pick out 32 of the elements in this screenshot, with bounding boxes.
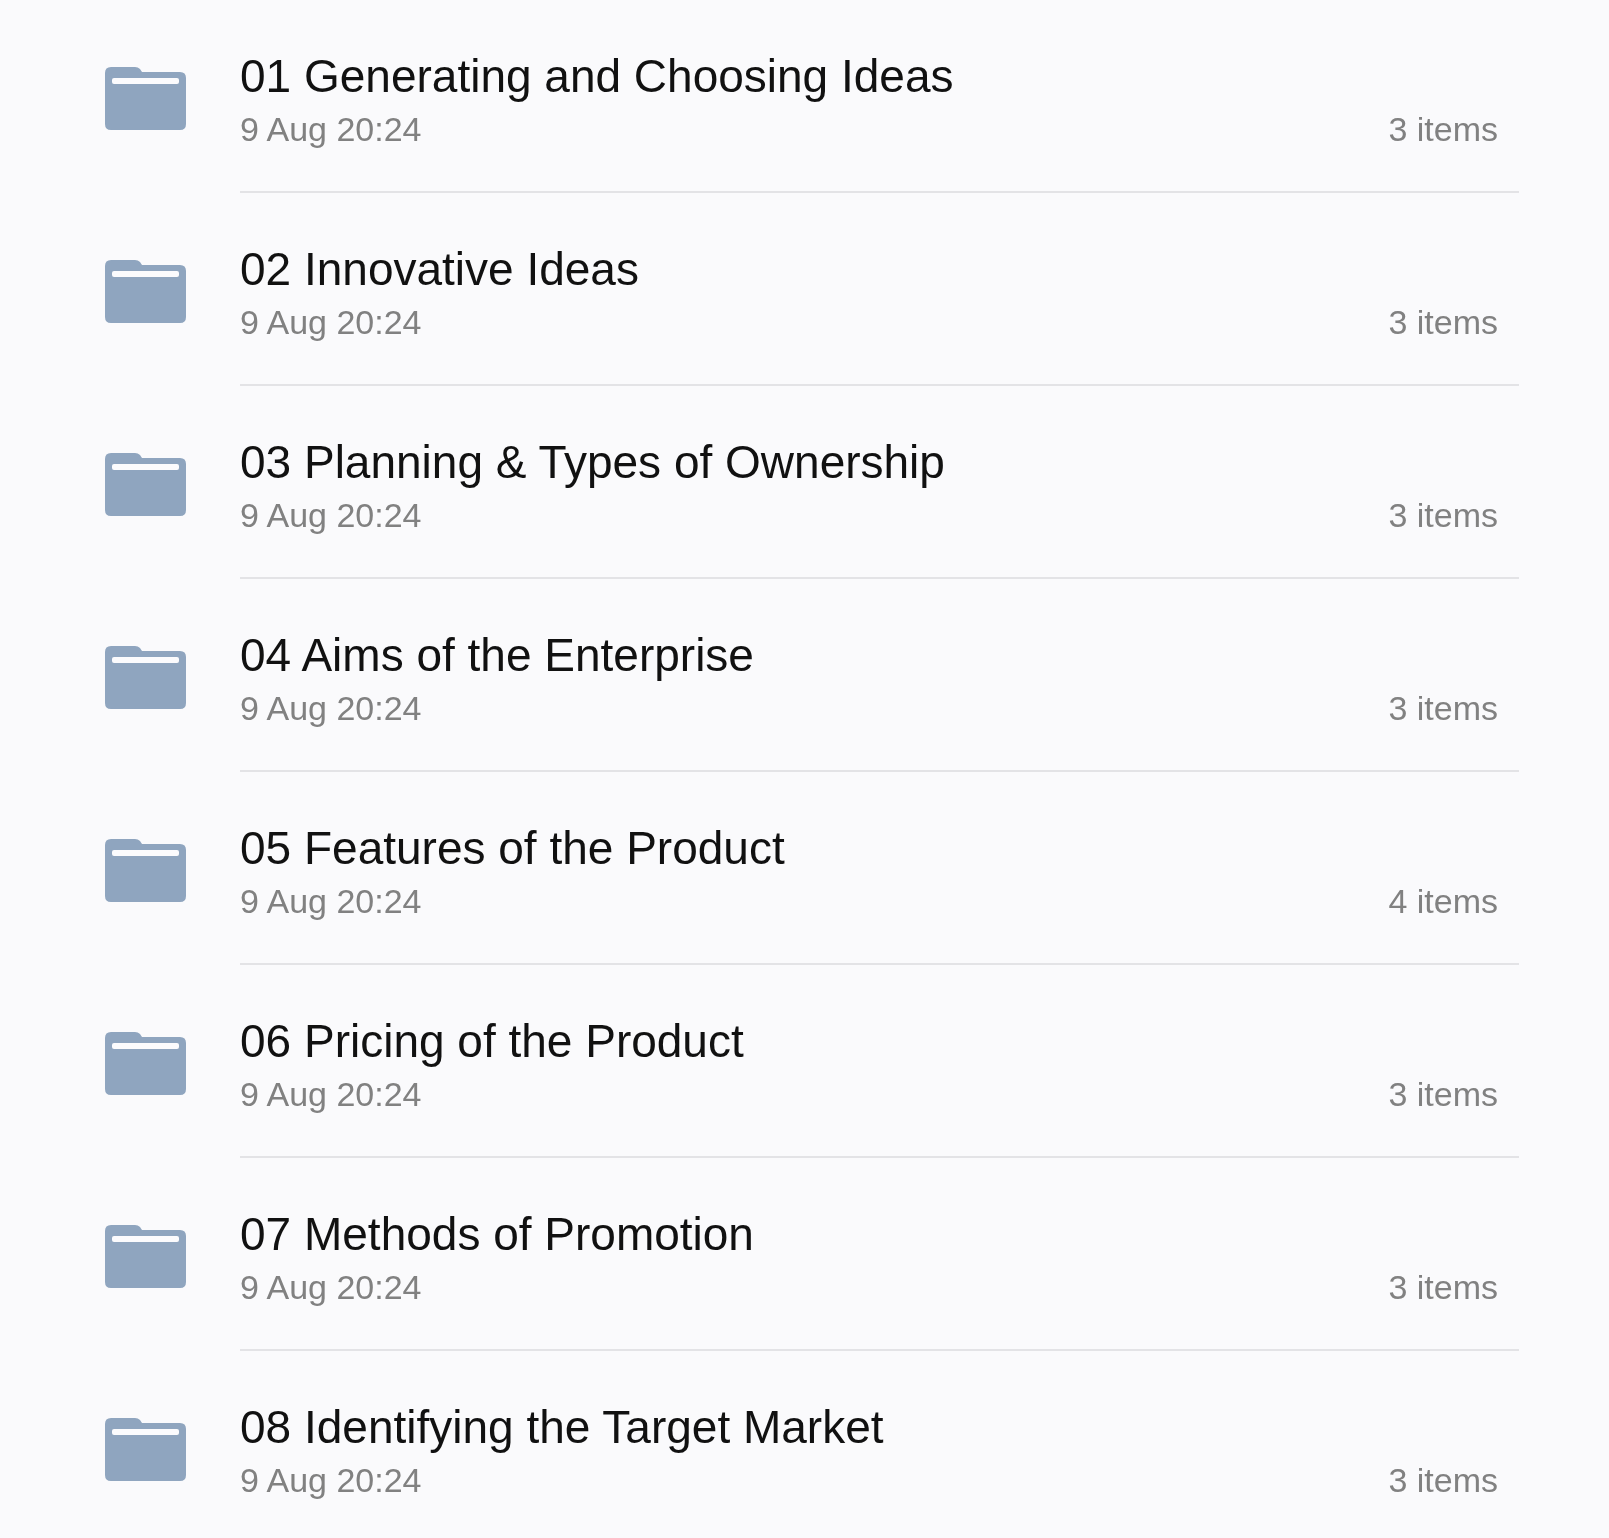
modified-date: 9 Aug 20:24	[240, 1073, 422, 1115]
modified-date: 9 Aug 20:24	[240, 108, 422, 150]
folder-name[interactable]: 07 Methods of Promotion	[240, 1204, 754, 1263]
item-count: 3 items	[1388, 687, 1498, 729]
modified-date: 9 Aug 20:24	[240, 494, 422, 536]
modified-date: 9 Aug 20:24	[240, 687, 422, 729]
modified-date: 9 Aug 20:24	[240, 1266, 422, 1308]
folder-icon	[105, 1032, 186, 1095]
item-count: 3 items	[1388, 494, 1498, 536]
item-count: 3 items	[1388, 1073, 1498, 1115]
item-count: 3 items	[1388, 301, 1498, 343]
item-count: 3 items	[1388, 108, 1498, 150]
folder-name[interactable]: 05 Features of the Product	[240, 818, 785, 877]
folder-icon	[105, 260, 186, 323]
folder-icon	[105, 646, 186, 709]
folder-icon	[105, 1225, 186, 1288]
modified-date: 9 Aug 20:24	[240, 880, 422, 922]
item-count: 4 items	[1388, 880, 1498, 922]
folder-name[interactable]: 08 Identifying the Target Market	[240, 1397, 884, 1456]
folder-icon	[105, 839, 186, 902]
modified-date: 9 Aug 20:24	[240, 301, 422, 343]
modified-date: 9 Aug 20:24	[240, 1459, 422, 1501]
folder-icon	[105, 1418, 186, 1481]
item-count: 3 items	[1388, 1459, 1498, 1501]
folder-name[interactable]: 03 Planning & Types of Ownership	[240, 432, 945, 491]
folder-name[interactable]: 02 Innovative Ideas	[240, 239, 639, 298]
folder-name[interactable]: 01 Generating and Choosing Ideas	[240, 46, 954, 105]
folder-icon	[105, 67, 186, 130]
folder-icon	[105, 453, 186, 516]
folder-name[interactable]: 06 Pricing of the Product	[240, 1011, 744, 1070]
item-count: 3 items	[1388, 1266, 1498, 1308]
folder-name[interactable]: 04 Aims of the Enterprise	[240, 625, 754, 684]
